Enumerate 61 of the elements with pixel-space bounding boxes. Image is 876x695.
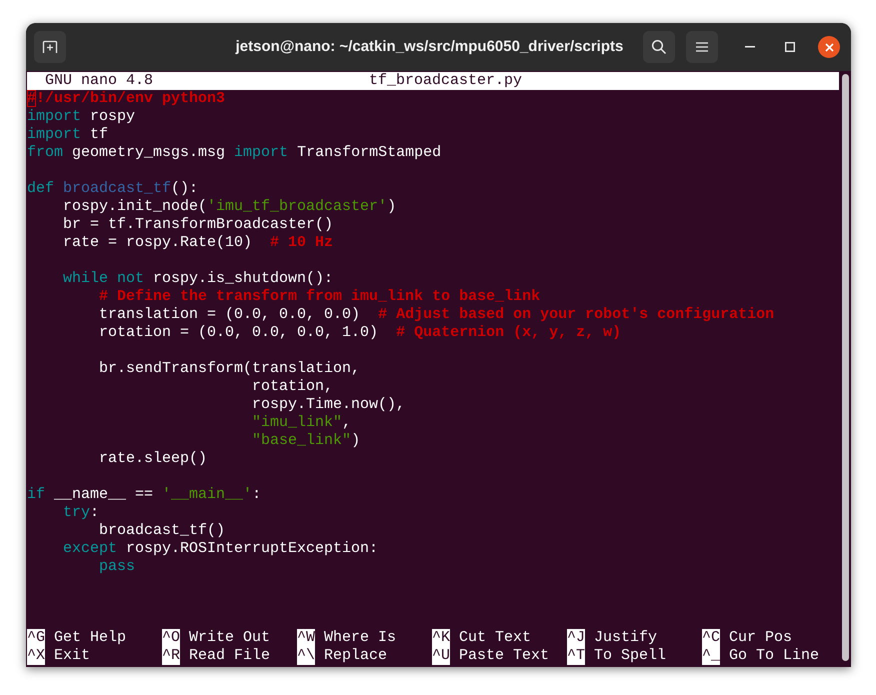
shortcut-key: ^\ [297,647,316,665]
code-line: pass [98,558,136,576]
new-tab-icon [42,39,58,55]
shortcut-key: ^C [702,629,720,647]
code-line: rotation = (0.0, 0.0, 0.0, 1.0) # Quaternion (x, y, z, w) [98,324,622,342]
code-line: translation = (0.0, 0.0, 0.0) # Adjust based on your robot's configuration [98,306,774,324]
search-icon [651,39,667,55]
minimize-icon [745,46,755,48]
shortcut-label: Paste Text [459,647,550,665]
code-line: rospy.Time.now(), [251,396,406,414]
code-line: except rospy.ROSInterruptException: [62,540,378,558]
window-title: jetson@nano: ~/catkin_ws/src/mpu6050_driver/scripts [236,36,624,57]
shortcut-key: ^U [432,647,450,665]
code-line: import rospy [27,108,136,126]
code-line: # Define the transform from imu_link to base_link [98,288,540,306]
file-name: tf_broadcaster.py [369,72,522,90]
shortcut-label: Get Help [54,629,126,647]
code-line: rate.sleep() [98,450,208,468]
code-line: br = tf.TransformBroadcaster() [62,216,334,234]
scrollbar[interactable] [842,74,848,661]
code-line: import tf [27,126,108,144]
menu-button[interactable] [686,31,718,63]
shortcut-key: ^K [432,629,450,647]
shortcut-key: ^J [567,629,586,647]
code-line: while not rospy.is_shutdown(): [62,270,334,288]
code-line: br.sendTransform(translation, [98,360,360,378]
close-icon [824,42,834,52]
shortcut-key: ^T [567,647,586,665]
shortcut-key: ^R [162,647,180,665]
shortcut-label: Write Out [189,629,270,647]
code-line: "imu_link", [251,414,352,432]
shortcut-label: Cut Text [459,629,532,647]
shortcut-key: ^W [297,629,316,647]
code-line: broadcast_tf() [98,522,226,540]
code-line: rospy.init_node('imu_tf_broadcaster') [62,198,396,216]
code-line: rotation, [251,378,334,396]
close-button[interactable] [818,36,840,58]
code-line: if __name__ == '__main__': [27,486,262,504]
code-line: try: [62,504,100,522]
shortcut-key: ^G [27,629,46,647]
shortcut-label: Exit [54,647,90,665]
shortcut-key: ^O [162,629,180,647]
code-line: rate = rospy.Rate(10) # 10 Hz [62,234,334,252]
shortcut-label: Replace [324,647,388,665]
shortcut-label: Where Is [324,629,396,647]
code-line: "base_link") [251,432,360,450]
code-line: #!/usr/bin/env python3 [27,90,226,108]
shortcut-key: ^_ [702,647,720,665]
shortcut-label: To Spell [594,647,666,665]
code-line: from geometry_msgs.msg import TransformStamped [27,144,442,162]
shortcut-label: Cur Pos [729,629,792,647]
nano-version: GNU nano 4.8 [45,72,154,90]
maximize-icon [785,42,795,52]
search-button[interactable] [643,31,675,63]
menu-icon [696,42,708,52]
shortcut-key: ^X [27,647,46,665]
shortcut-label: Justify [594,629,658,647]
code-line: def broadcast_tf(): [27,180,198,198]
shortcut-label: Go To Line [729,647,820,665]
new-tab-button[interactable] [34,31,66,63]
shortcut-label: Read File [189,647,270,665]
